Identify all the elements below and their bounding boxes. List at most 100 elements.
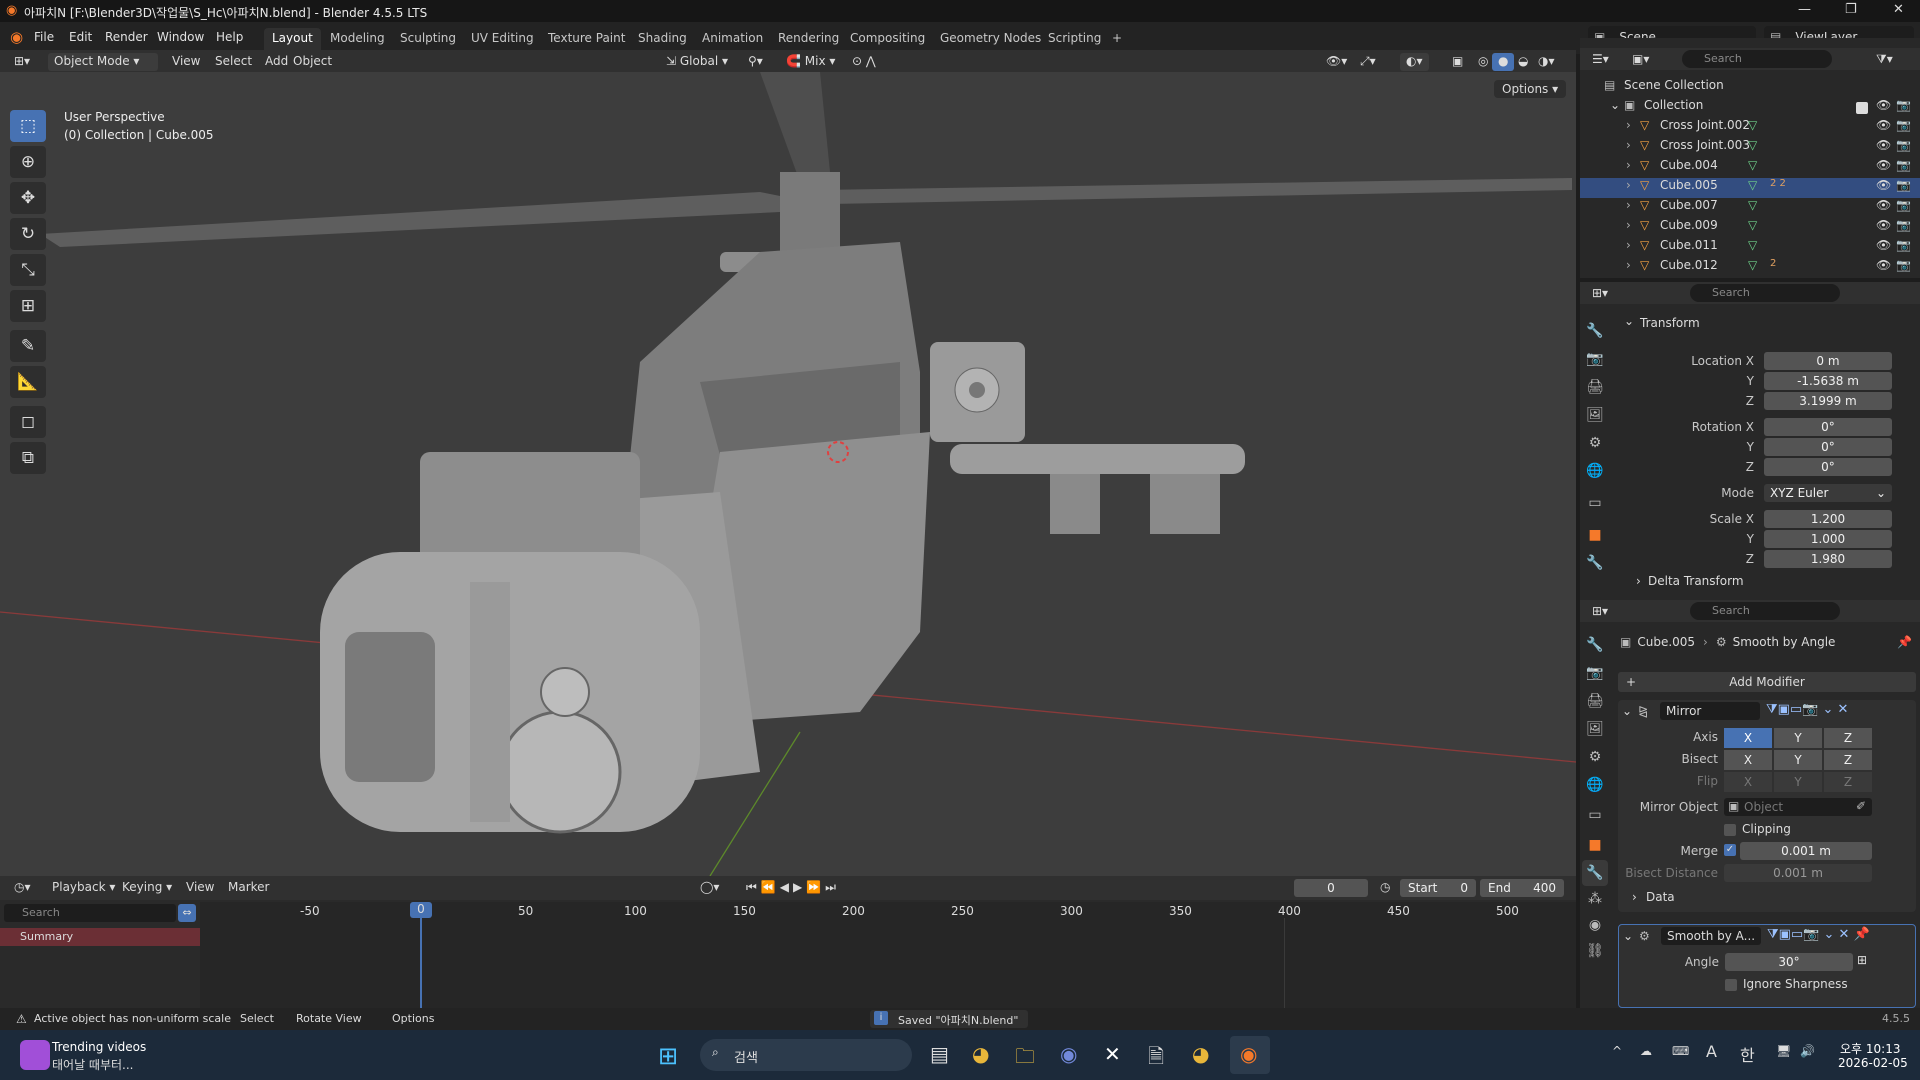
object-tab-icon[interactable]: ■: [1582, 522, 1608, 548]
menu-view[interactable]: View: [166, 53, 206, 71]
tab-animation[interactable]: Animation: [694, 28, 771, 50]
output-tab-icon[interactable]: 🖨: [1582, 688, 1608, 714]
output-tab-icon[interactable]: 🖨: [1582, 374, 1608, 400]
scale-x-field[interactable]: 1.200: [1764, 510, 1892, 528]
keyboard-icon[interactable]: ⌨: [1672, 1044, 1689, 1058]
collection-tab-icon[interactable]: ▭: [1582, 802, 1608, 828]
outliner-item[interactable]: › ▽ Cube.012 ▽ 2 👁 📷: [1580, 258, 1920, 278]
camera-icon[interactable]: 📷: [1896, 218, 1911, 232]
constraints-tab-icon[interactable]: ⛓: [1582, 938, 1608, 964]
scale-z-field[interactable]: 1.980: [1764, 550, 1892, 568]
tab-layout[interactable]: Layout: [264, 28, 321, 50]
widget-title[interactable]: Trending videos: [52, 1040, 146, 1054]
clock-icon[interactable]: ◷: [1374, 879, 1396, 897]
mesh-data-icon[interactable]: ▽: [1748, 138, 1757, 152]
ignore-sharpness-checkbox[interactable]: [1725, 979, 1737, 991]
eye-icon[interactable]: 👁: [1876, 238, 1891, 252]
chevron-right-icon[interactable]: ›: [1626, 138, 1631, 152]
start-frame-field[interactable]: Start 0: [1400, 879, 1476, 897]
tab-geometry-nodes[interactable]: Geometry Nodes: [932, 28, 1049, 50]
marker-menu[interactable]: Marker: [222, 879, 275, 897]
taskbar-search[interactable]: ⌕ 검색: [700, 1039, 912, 1071]
clock-time[interactable]: 오후 10:13: [1840, 1040, 1900, 1057]
eye-icon[interactable]: 👁: [1876, 158, 1891, 172]
outliner-item[interactable]: › ▽ Cube.005 ▽ 2 2 👁 📷: [1580, 178, 1920, 198]
pin-icon[interactable]: 📌: [1897, 635, 1912, 649]
3d-viewport[interactable]: ⬚ ⊕ ✥ ↻ ⤡ ⊞ ✎ 📐 ◻ ⧉ User Perspective (0)…: [0, 72, 1576, 876]
overlay-icon[interactable]: ◐▾: [1400, 53, 1429, 71]
saved-report[interactable]: i Saved "아파치N.blend": [870, 1010, 1028, 1028]
end-frame-field[interactable]: End 400: [1480, 879, 1564, 897]
rotation-x-field[interactable]: 0°: [1764, 418, 1892, 436]
add-modifier-button[interactable]: + Add Modifier: [1618, 672, 1916, 692]
mirror-name-field[interactable]: Mirror: [1660, 702, 1760, 720]
eye-icon[interactable]: 👁: [1876, 218, 1891, 232]
data-subpanel-label[interactable]: Data: [1646, 890, 1675, 904]
chevron-right-icon[interactable]: ›: [1626, 198, 1631, 212]
display-mode-icon[interactable]: ▣▾: [1626, 51, 1655, 69]
input-attribute-icon[interactable]: ⊞: [1857, 953, 1867, 967]
merge-checkbox[interactable]: ✓: [1724, 844, 1736, 856]
chevron-up-icon[interactable]: ^: [1612, 1044, 1622, 1058]
summary-row[interactable]: Summary: [0, 928, 200, 946]
minimize-button[interactable]: —: [1798, 2, 1811, 17]
ime-mode-han[interactable]: 한: [1740, 1042, 1755, 1066]
mesh-data-icon[interactable]: ▽: [1748, 118, 1757, 132]
extrude-tool-icon[interactable]: ⧉: [10, 442, 46, 474]
tab-sculpting[interactable]: Sculpting: [392, 28, 464, 50]
modifier-tab-icon[interactable]: 🔧: [1582, 860, 1608, 886]
maximize-button[interactable]: ❐: [1845, 2, 1857, 17]
camera-icon[interactable]: 📷: [1896, 258, 1911, 272]
task-view-icon[interactable]: ▤: [930, 1042, 949, 1066]
clipping-checkbox[interactable]: [1724, 824, 1736, 836]
view-layer-tab-icon[interactable]: 🖼: [1582, 716, 1608, 742]
move-tool-icon[interactable]: ✥: [10, 182, 46, 214]
menu-window[interactable]: Window: [157, 30, 204, 44]
discord-icon[interactable]: ◉: [1060, 1042, 1077, 1066]
camera-icon[interactable]: 📷: [1896, 158, 1911, 172]
pivot-icon[interactable]: ⚲▾: [742, 53, 769, 71]
transform-tool-icon[interactable]: ⊞: [10, 290, 46, 322]
blender-menu-icon[interactable]: ◉: [10, 28, 23, 46]
tab-uv-editing[interactable]: UV Editing: [463, 28, 542, 50]
add-cube-tool-icon[interactable]: ◻: [10, 406, 46, 438]
chevron-right-icon[interactable]: ›: [1626, 218, 1631, 232]
eyedropper-icon[interactable]: ✐: [1856, 799, 1866, 813]
angle-field[interactable]: 30°: [1725, 953, 1853, 971]
chevron-down-icon[interactable]: ⌄: [1622, 704, 1632, 718]
capcut-icon[interactable]: ✕: [1104, 1042, 1121, 1066]
timeline-editor-icon[interactable]: ◷▾: [8, 879, 37, 897]
collection-row[interactable]: ⌄ ▣ Collection 👁 📷: [1580, 98, 1920, 118]
outliner-item[interactable]: › ▽ Cube.004 ▽ 👁 📷: [1580, 158, 1920, 178]
camera-icon[interactable]: 📷: [1896, 198, 1911, 212]
scene-tab-icon[interactable]: ⚙: [1582, 744, 1608, 770]
smooth-visibility-icons[interactable]: ⧩▣▭📷 ⌄ ✕ 📌: [1767, 927, 1870, 942]
scene-tab-icon[interactable]: ⚙: [1582, 430, 1608, 456]
rotation-y-field[interactable]: 0°: [1764, 438, 1892, 456]
gizmo-icon[interactable]: ⤢▾: [1354, 53, 1382, 71]
location-z-field[interactable]: 3.1999 m: [1764, 392, 1892, 410]
tab-scripting[interactable]: Scripting: [1040, 28, 1109, 50]
network-icon[interactable]: 🖥: [1776, 1044, 1791, 1058]
clock-date[interactable]: 2026-02-05: [1838, 1056, 1908, 1070]
scene-collection-row[interactable]: ▤ Scene Collection: [1580, 78, 1920, 98]
chrome-profile-icon[interactable]: ◕: [1192, 1042, 1209, 1066]
outliner-item[interactable]: › ▽ Cube.007 ▽ 👁 📷: [1580, 198, 1920, 218]
windows-start-icon[interactable]: ⊞: [658, 1042, 678, 1070]
scale-tool-icon[interactable]: ⤡: [10, 254, 46, 286]
mesh-data-icon[interactable]: ▽: [1748, 218, 1757, 232]
modifier-search-input[interactable]: Search: [1690, 602, 1840, 620]
render-tab-icon[interactable]: 📷: [1582, 660, 1608, 686]
eye-icon[interactable]: 👁: [1876, 178, 1891, 192]
mesh-data-icon[interactable]: ▽: [1748, 238, 1757, 252]
cursor-tool-icon[interactable]: ⊕: [10, 146, 46, 178]
measure-tool-icon[interactable]: 📐: [10, 366, 46, 398]
chevron-down-icon[interactable]: ⌄: [1610, 98, 1620, 112]
menu-help[interactable]: Help: [216, 30, 243, 44]
volume-icon[interactable]: 🔊: [1800, 1044, 1815, 1058]
tab-rendering[interactable]: Rendering: [770, 28, 847, 50]
chevron-down-icon[interactable]: ⌄: [1623, 929, 1633, 943]
camera-icon[interactable]: 📷: [1896, 178, 1911, 192]
axis-x-toggle[interactable]: X: [1724, 728, 1772, 748]
mesh-data-icon[interactable]: ▽: [1748, 198, 1757, 212]
